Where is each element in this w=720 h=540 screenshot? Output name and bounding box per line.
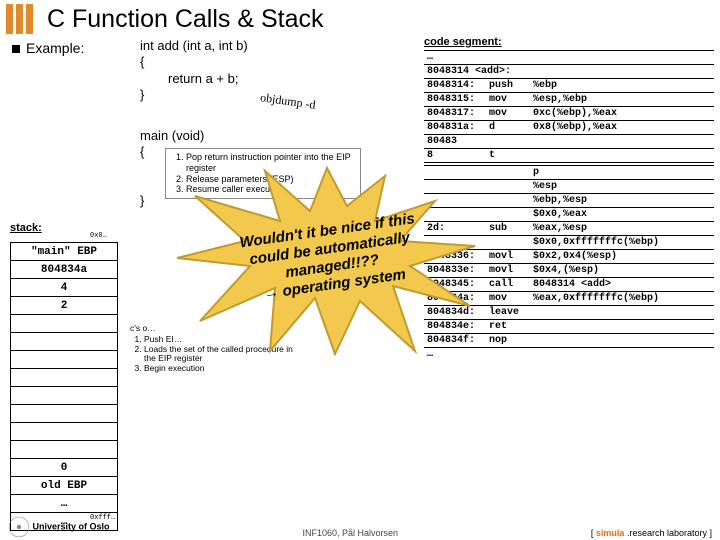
- stack-top-addr: 0x0…: [90, 232, 107, 240]
- title-accent-bars: [6, 4, 33, 34]
- objdump-annotation: objdump -d: [259, 90, 316, 113]
- stack-cell: [11, 387, 118, 405]
- slide-content: Example: int add (int a, int b) { return…: [0, 36, 720, 526]
- stack-cell: old EBP: [11, 477, 118, 495]
- stack-cell: 4: [11, 279, 118, 297]
- stack-cell: 804834a: [11, 261, 118, 279]
- starburst-callout: Wouldn't it be nice if this could be aut…: [175, 166, 480, 356]
- slide-title: C Function Calls & Stack: [47, 5, 324, 34]
- footer-left: University of Oslo: [8, 516, 110, 538]
- asm-row: 8048314:push%ebp: [424, 79, 714, 93]
- footer-right: [ simula .research laboratory ]: [591, 528, 712, 538]
- stack-label: stack:: [10, 222, 42, 234]
- stack-cell: 0: [11, 459, 118, 477]
- example-label: Example:: [12, 40, 84, 56]
- stack-cell: …: [11, 495, 118, 513]
- stack-cell: [11, 351, 118, 369]
- stack-cell: "main" EBP: [11, 243, 118, 261]
- code-line: int add (int a, int b): [140, 38, 248, 54]
- code-line: }: [140, 87, 248, 103]
- stack-cell: 2: [11, 297, 118, 315]
- stack-cell: [11, 423, 118, 441]
- stack-cell: [11, 315, 118, 333]
- code-segment-title: code segment:: [424, 36, 714, 48]
- code-line: main (void): [140, 128, 204, 144]
- code-line: return a + b;: [140, 71, 248, 87]
- asm-row: 80483: [424, 135, 714, 149]
- asm-row: 8048314 <add>:: [424, 65, 714, 79]
- stack-cell: [11, 333, 118, 351]
- asm-row: …: [424, 51, 714, 65]
- asm-row: 804831a: d0x8(%ebp),%eax: [424, 121, 714, 135]
- asm-row: 8048317:mov0xc(%ebp),%eax: [424, 107, 714, 121]
- stack-cell: [11, 405, 118, 423]
- stack-cell: [11, 441, 118, 459]
- title-bar: C Function Calls & Stack: [0, 0, 720, 36]
- code-line: {: [140, 54, 248, 70]
- slide-footer: University of Oslo INF1060, Pål Halvorse…: [0, 516, 720, 538]
- stack-diagram: "main" EBP804834a420old EBP……: [10, 242, 118, 531]
- uio-logo-icon: [8, 516, 30, 538]
- stack-cell: [11, 369, 118, 387]
- asm-row: 8t: [424, 149, 714, 163]
- footer-center: INF1060, Pål Halvorsen: [110, 528, 591, 538]
- asm-row: 8048315:mov%esp,%ebp: [424, 93, 714, 107]
- bullet-icon: [12, 45, 20, 53]
- code-add-function: int add (int a, int b) { return a + b; }: [140, 38, 248, 103]
